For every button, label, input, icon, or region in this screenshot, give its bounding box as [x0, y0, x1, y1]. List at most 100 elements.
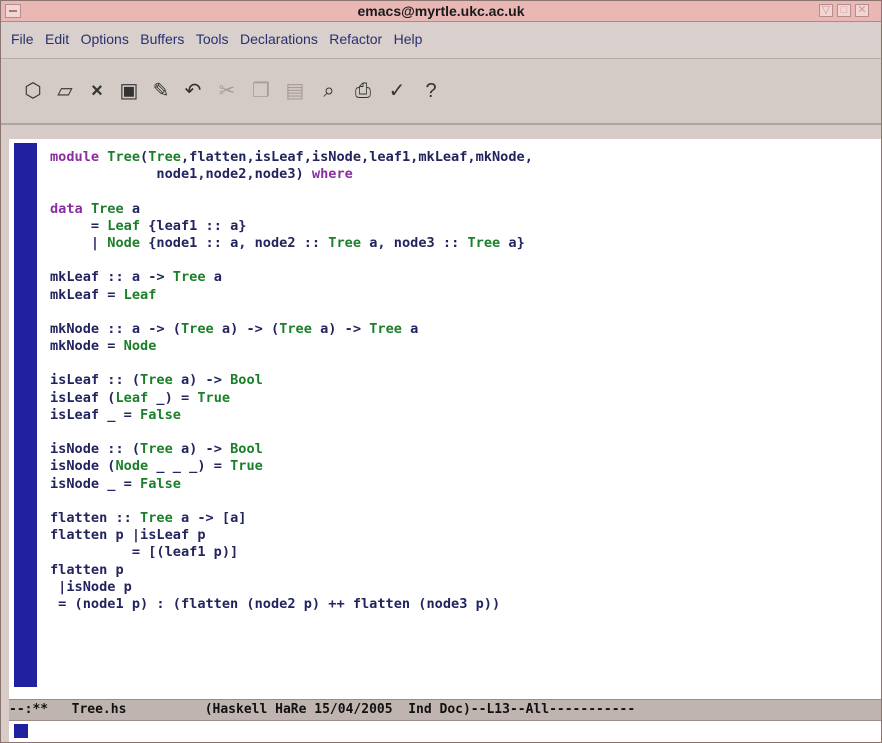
spell-check-icon[interactable]: ✓ — [383, 79, 411, 103]
code-token: a — [205, 269, 222, 286]
type-token: Tree — [279, 320, 312, 337]
minibuffer-cursor — [14, 724, 28, 738]
code-token: | — [50, 234, 108, 251]
type-token: Tree — [180, 320, 214, 337]
undo-icon[interactable]: ↶ — [179, 79, 207, 103]
open-directory-icon[interactable]: ▱ — [51, 79, 79, 103]
type-token: Bool — [230, 372, 263, 389]
code-token: isNode _ = — [50, 475, 141, 492]
menu-buffers[interactable]: Buffers — [140, 31, 184, 47]
copy-icon[interactable]: ❐ — [247, 79, 275, 103]
type-token: False — [140, 475, 181, 492]
code-line: flatten p |isLeaf p — [50, 527, 533, 544]
code-line: module Tree(Tree,flatten,isLeaf,isNode,l… — [50, 149, 533, 166]
save-as-icon[interactable]: ✎ — [147, 79, 175, 103]
code-token: = (node1 p) : (flatten (node2 p) ++ flat… — [50, 595, 501, 612]
code-area[interactable]: module Tree(Tree,flatten,isLeaf,isNode,l… — [50, 149, 533, 613]
code-token: a — [401, 320, 419, 337]
code-line: mkNode :: a -> (Tree a) -> (Tree a) -> T… — [50, 321, 533, 338]
close-window-button[interactable]: ✕ — [855, 4, 869, 17]
code-token: isNode ( — [50, 458, 116, 475]
code-token: mkLeaf = — [50, 286, 124, 303]
type-token: Tree — [467, 234, 501, 251]
code-line: node1,node2,node3) where — [50, 166, 533, 183]
code-line: flatten p — [50, 562, 533, 579]
tool-bar: ⬡ ▱ × ▣ ✎ ↶ ✂ ❐ ▤ ⌕ ⎙ ✓ ? — [1, 61, 881, 125]
code-token: a} — [500, 234, 525, 251]
code-token: isLeaf :: ( — [50, 372, 141, 389]
maximize-button[interactable]: □ — [837, 4, 851, 17]
code-line: isNode (Node _ _ _) = True — [50, 458, 533, 475]
close-icon[interactable]: × — [83, 79, 111, 103]
code-token: mkLeaf :: a -> — [50, 269, 173, 286]
type-token: Tree — [140, 441, 173, 458]
code-token: ,flatten,isLeaf,isNode,leaf1,mkLeaf,mkNo… — [180, 149, 533, 165]
code-line: isNode :: (Tree a) -> Bool — [50, 441, 533, 458]
open-file-icon[interactable]: ⬡ — [19, 79, 47, 103]
paste-icon[interactable]: ▤ — [281, 79, 309, 103]
code-token: a) -> — [311, 320, 370, 337]
minibuffer[interactable] — [9, 721, 881, 742]
menu-refactor[interactable]: Refactor — [329, 31, 382, 47]
type-token: False — [140, 406, 181, 423]
code-token: a) -> — [172, 441, 231, 458]
code-token: mkNode = — [50, 338, 124, 355]
type-token: Node — [123, 338, 157, 355]
type-token: Tree — [172, 269, 206, 286]
code-line: mkLeaf :: a -> Tree a — [50, 269, 533, 286]
type-token: Node — [107, 234, 141, 251]
search-icon[interactable]: ⌕ — [315, 79, 343, 103]
print-icon[interactable]: ⎙ — [349, 79, 377, 103]
mode-line: --:** Tree.hs (Haskell HaRe 15/04/2005 I… — [9, 699, 881, 721]
menu-options[interactable]: Options — [81, 31, 129, 47]
type-token: Leaf — [115, 389, 149, 406]
menu-file[interactable]: File — [11, 31, 34, 47]
code-token: ( — [140, 149, 149, 165]
code-line: mkNode = Node — [50, 338, 533, 355]
code-token: _) = — [148, 389, 198, 406]
code-token: a -> [a] — [172, 509, 247, 526]
type-token: True — [230, 458, 263, 475]
code-line: isNode _ = False — [50, 476, 533, 493]
type-token: Leaf — [123, 286, 157, 303]
type-token: Bool — [230, 441, 263, 458]
menu-edit[interactable]: Edit — [45, 31, 69, 47]
keyword-token: module — [50, 149, 100, 165]
code-token: flatten p |isLeaf p — [50, 527, 206, 544]
code-token: a — [123, 200, 141, 217]
cut-icon[interactable]: ✂ — [213, 79, 241, 103]
modeline-mode-info: (Haskell HaRe 15/04/2005 Ind Doc)--L13--… — [204, 702, 636, 717]
code-line: flatten :: Tree a -> [a] — [50, 510, 533, 527]
code-line: isLeaf _ = False — [50, 407, 533, 424]
code-token: |isNode p — [50, 578, 132, 595]
code-token: isLeaf ( — [50, 389, 116, 406]
keyword-token: data — [50, 200, 83, 217]
title-bar[interactable]: emacs@myrtle.ukc.ac.uk ▽ □ ✕ — [1, 1, 881, 22]
code-line: |isNode p — [50, 579, 533, 596]
left-fringe — [14, 143, 37, 687]
type-token: Tree — [107, 149, 141, 165]
menu-help[interactable]: Help — [394, 31, 423, 47]
code-token: mkNode :: a -> ( — [50, 320, 181, 337]
code-line: mkLeaf = Leaf — [50, 287, 533, 304]
menu-declarations[interactable]: Declarations — [240, 31, 318, 47]
save-icon[interactable]: ▣ — [115, 79, 143, 103]
menu-tools[interactable]: Tools — [196, 31, 229, 47]
modeline-status: --:** — [9, 702, 49, 717]
menu-bar: File Edit Options Buffers Tools Declarat… — [1, 22, 881, 59]
minimize-button[interactable]: ▽ — [819, 4, 833, 17]
modeline-buffer-name: Tree.hs — [71, 702, 127, 717]
keyword-token: where — [311, 166, 353, 183]
code-token: a) -> — [172, 372, 231, 389]
window-title: emacs@myrtle.ukc.ac.uk — [357, 3, 525, 19]
code-token: _ _ _) = — [148, 458, 231, 475]
code-token: a, node3 :: — [361, 234, 468, 251]
type-token: Leaf — [107, 217, 141, 234]
code-line: isLeaf (Leaf _) = True — [50, 390, 533, 407]
help-icon[interactable]: ? — [417, 79, 445, 103]
